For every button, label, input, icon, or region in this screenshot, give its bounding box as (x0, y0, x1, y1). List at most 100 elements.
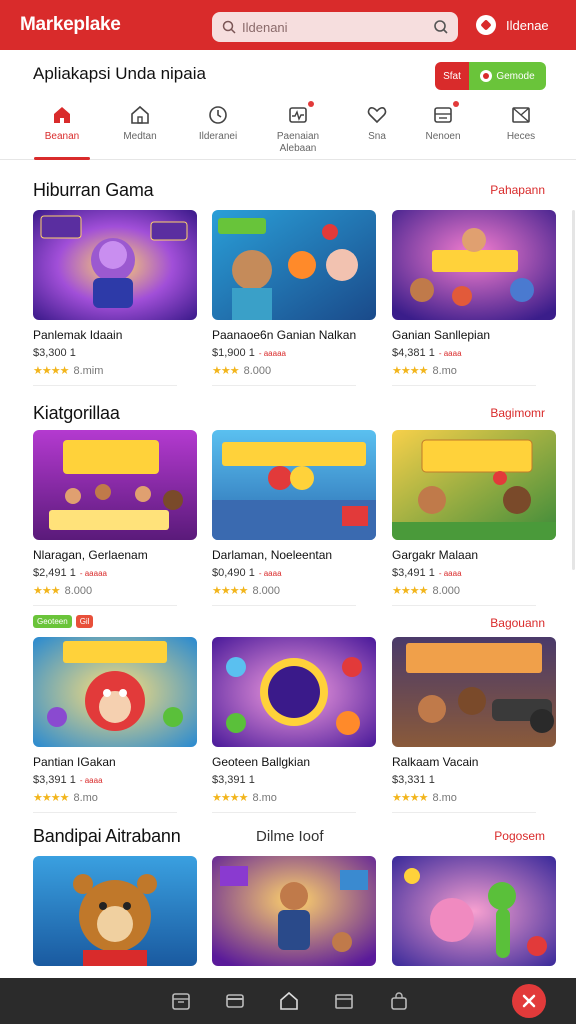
sub-header: Apliakapsi Unda nipaia Sfat Gemode (0, 50, 576, 98)
product-card[interactable] (33, 856, 197, 966)
product-card[interactable]: Pantian IGakan $3,391 1- aaaa ★★★★ 8.mo (33, 637, 197, 813)
game-thumbnail (392, 856, 556, 966)
game-thumbnail (33, 210, 197, 320)
top-bar: Markeplake Ildenae (0, 0, 576, 50)
product-card[interactable]: Gargakr Malaan $3,491 1- aaaa ★★★★ 8.000 (392, 430, 556, 606)
notification-dot (453, 101, 459, 107)
divider (392, 605, 536, 606)
see-all-link[interactable]: Pahapann (490, 183, 545, 197)
product-rating: ★★★★ 8.000 (212, 584, 280, 598)
tab-nenoen[interactable]: Nenoen (403, 98, 483, 160)
star-rating: ★★★ (212, 365, 240, 377)
search-bar[interactable] (212, 12, 458, 42)
star-rating: ★★★ (33, 585, 61, 597)
notification-dot (308, 101, 314, 107)
section-subtitle: Dilme Ioof (256, 828, 324, 845)
see-all-link[interactable]: Bagimomr (490, 406, 545, 420)
divider (33, 605, 177, 606)
see-all-link[interactable]: Pogosem (494, 829, 545, 843)
cta-right-button[interactable]: Gemode (469, 62, 546, 90)
tab-label: Beanan (44, 131, 80, 142)
pulse-icon (287, 101, 314, 126)
badge-group: Geoteen Gil (33, 615, 94, 628)
game-thumbnail (33, 856, 197, 966)
scan-icon[interactable] (433, 19, 449, 35)
heart-icon (366, 104, 388, 126)
star-rating: ★★★★ (392, 585, 428, 597)
product-price: $3,331 1 (392, 774, 435, 786)
product-rating: ★★★★ 8.mim (33, 364, 104, 378)
product-card[interactable]: Ganian Sanllepian $4,381 1- aaaa ★★★★ 8.m… (392, 210, 556, 386)
star-rating: ★★★★ (392, 792, 428, 804)
store-icon[interactable] (333, 990, 355, 1012)
account-area[interactable]: Ildenae (476, 15, 549, 35)
badge-red: Gil (75, 615, 94, 628)
product-price: $2,491 1- aaaaa (33, 567, 107, 579)
product-card[interactable]: Ralkaam Vacain $3,331 1 ★★★★ 8.mo (392, 637, 556, 813)
map-icon (510, 104, 532, 126)
product-name: Darlaman, Noeleentan (212, 548, 333, 562)
product-price: $3,391 1 (212, 774, 255, 786)
category-nav: Beanan Medtan Ilderanei Paenaian Alebaan… (0, 98, 576, 160)
badge-green: Geoteen (33, 615, 72, 628)
tab-label: Medtan (123, 131, 157, 142)
brand-logo[interactable]: Markeplake (20, 14, 210, 36)
product-rating: ★★★ 8.000 (33, 584, 93, 598)
game-thumbnail (212, 637, 376, 747)
product-card[interactable]: Geoteen Ballgkian $3,391 1 ★★★★ 8.mo (212, 637, 376, 813)
scrollbar[interactable] (572, 210, 575, 570)
product-name: Ganian Sanllepian (392, 328, 491, 342)
account-label[interactable]: Ildenae (506, 18, 549, 33)
product-price: $3,391 1- aaaa (33, 774, 103, 786)
tab-paenaian[interactable]: Paenaian Alebaan (258, 98, 338, 160)
tab-ilderanei[interactable]: Ilderanei (178, 98, 258, 160)
section-kategori: Kiatgorillaa Bagimomr Nlaragan, Gerlaena… (0, 403, 576, 623)
search-input[interactable] (242, 19, 422, 35)
bag-icon[interactable] (388, 990, 410, 1012)
close-fab-button[interactable] (512, 984, 546, 1018)
account-icon[interactable] (476, 15, 496, 35)
product-name: Gargakr Malaan (392, 548, 479, 562)
card-icon[interactable] (224, 990, 246, 1012)
product-card[interactable]: Darlaman, Noeleentan $0,490 1- aaaa ★★★★… (212, 430, 376, 606)
product-card[interactable] (212, 856, 376, 966)
product-rating: ★★★★ 8.mo (33, 791, 98, 805)
game-thumbnail (392, 637, 556, 747)
game-thumbnail (33, 430, 197, 540)
tab-label: Paenaian Alebaan (276, 131, 320, 154)
cta-group: Sfat Gemode (435, 62, 546, 90)
clock-icon (207, 104, 229, 126)
product-rating: ★★★★ 8.000 (392, 584, 460, 598)
product-card[interactable]: Paanaoe6n Ganian Nalkan $1,900 1- aaaaa … (212, 210, 376, 386)
star-rating: ★★★★ (33, 365, 69, 377)
tab-beanan[interactable]: Beanan (22, 98, 102, 160)
home-icon[interactable] (278, 990, 300, 1012)
bottom-nav (0, 978, 576, 1024)
star-rating: ★★★★ (392, 365, 428, 377)
close-icon (522, 994, 536, 1008)
cta-left-button[interactable]: Sfat (435, 62, 469, 90)
game-thumbnail (212, 430, 376, 540)
divider (212, 385, 356, 386)
star-rating: ★★★★ (212, 792, 248, 804)
divider (212, 605, 356, 606)
tab-medtan[interactable]: Medtan (100, 98, 180, 160)
game-thumbnail (212, 856, 376, 966)
product-card[interactable]: Nlaragan, Gerlaenam $2,491 1- aaaaa ★★★ 8… (33, 430, 197, 606)
calendar-icon[interactable] (170, 990, 192, 1012)
product-name: Panlemak Idaain (33, 328, 123, 342)
search-icon (222, 20, 236, 34)
cta-badge-icon (480, 70, 493, 82)
section-hiburan: Hiburran Gama Pahapann Panlemak Idaain $… (0, 180, 576, 400)
tab-label: Sna (368, 131, 386, 142)
tab-heces[interactable]: Heces (481, 98, 561, 160)
game-thumbnail (392, 430, 556, 540)
product-card[interactable]: Panlemak Idaain $3,300 1 ★★★★ 8.mim (33, 210, 197, 386)
cta-right-label: Gemode (496, 70, 535, 82)
product-price: $3,300 1 (33, 347, 76, 359)
product-name: Ralkaam Vacain (392, 755, 479, 769)
section-title: Kiatgorillaa (33, 403, 120, 423)
product-rating: ★★★★ 8.mo (212, 791, 277, 805)
product-card[interactable] (392, 856, 556, 966)
see-all-link[interactable]: Bagouann (490, 616, 545, 630)
